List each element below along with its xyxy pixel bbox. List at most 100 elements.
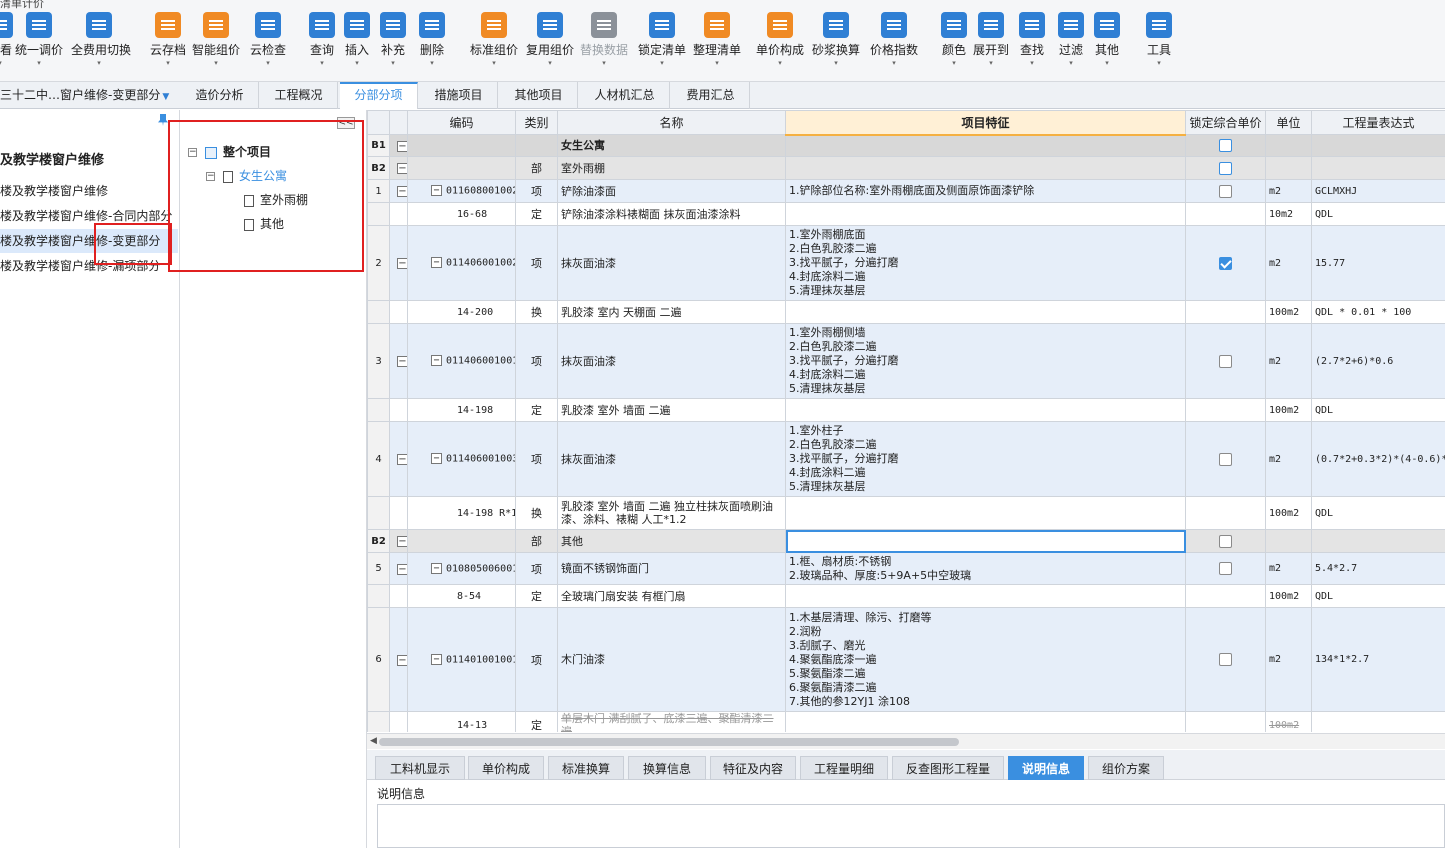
expression-cell[interactable]: (2.7*2+6)*0.6 (1311, 323, 1445, 399)
tab-3[interactable]: 措施项目 (420, 82, 498, 109)
type-cell[interactable]: 项 (515, 607, 558, 712)
bottom-tab-0[interactable]: 工料机显示 (375, 756, 465, 780)
lock-price-cell[interactable] (1185, 552, 1266, 585)
lock-price-cell[interactable] (1185, 134, 1266, 157)
collapse-toggle-icon[interactable]: − (397, 258, 407, 269)
toolbar-button-5[interactable]: 云检查 ▾ (240, 12, 296, 67)
tab-1[interactable]: 工程概况 (260, 82, 338, 109)
table-row[interactable]: 14-198 定乳胶漆 室外 墙面 二遍 100m2 QDL (367, 398, 1445, 422)
code-cell[interactable]: −010805006001 (407, 552, 516, 585)
table-row[interactable]: B1− 女生公寓 (367, 134, 1445, 157)
type-cell[interactable]: 项 (515, 225, 558, 301)
toolbar-button-23[interactable]: 工具 ▾ (1131, 12, 1187, 67)
name-cell[interactable]: 乳胶漆 室外 墙面 二遍 独立柱抹灰面喷刷油漆、涂料、裱糊 人工*1.2 (557, 496, 786, 530)
lock-price-cell[interactable] (1185, 398, 1266, 422)
lock-checkbox[interactable] (1219, 139, 1232, 153)
dropdown-arrow-icon[interactable]: ▾ (188, 59, 244, 67)
toolbar-button-22[interactable]: 其他 ▾ (1079, 12, 1135, 67)
table-row[interactable]: 1− −011608001002 项铲除油漆面 1.铲除部位名称:室外雨棚底面及侧面原… (367, 179, 1445, 203)
dropdown-arrow-icon[interactable]: ▾ (808, 59, 864, 67)
lock-price-cell[interactable] (1185, 711, 1266, 732)
name-cell[interactable]: 全玻璃门扇安装 有框门扇 (557, 584, 786, 608)
name-cell[interactable]: 抹灰面油漆 (557, 225, 786, 301)
lock-checkbox[interactable] (1219, 184, 1232, 198)
table-row[interactable]: 14-200 换乳胶漆 室内 天棚面 二遍 100m2 QDL * 0.01 * 10… (367, 300, 1445, 324)
dropdown-arrow-icon[interactable]: ▾ (11, 59, 67, 67)
name-cell[interactable]: 其他 (557, 529, 786, 553)
toolbar-button-12[interactable]: 替换数据 ▾ (576, 12, 632, 67)
expression-cell[interactable]: 15.77 (1311, 225, 1445, 301)
table-row[interactable]: 3− −011406001001 项抹灰面油漆 1.室外雨棚侧墙 2.白色乳胶漆二遍 3.… (367, 323, 1445, 399)
name-cell[interactable]: 单层木门 满刮腻子、底漆三遍、聚酯清漆二遍 (557, 711, 786, 732)
dropdown-arrow-icon[interactable]: ▾ (404, 59, 460, 67)
lock-checkbox[interactable] (1219, 562, 1232, 576)
feature-cell[interactable] (785, 529, 1186, 553)
row-toggle-cell[interactable]: − (389, 323, 408, 399)
unit-cell[interactable] (1265, 134, 1312, 157)
collapse-toggle-icon[interactable]: − (431, 257, 442, 269)
unit-cell[interactable]: m2 (1265, 225, 1312, 301)
name-cell[interactable]: 铲除油漆面 (557, 179, 786, 203)
toolbar-button-2[interactable]: 全费用切换 ▾ (71, 12, 131, 67)
row-toggle-cell[interactable]: − (389, 156, 408, 180)
unit-cell[interactable]: 100m2 (1265, 711, 1312, 732)
expression-cell[interactable] (1311, 529, 1445, 553)
code-cell[interactable] (407, 134, 516, 157)
type-cell[interactable]: 换 (515, 300, 558, 324)
dropdown-arrow-icon[interactable]: ▾ (1131, 59, 1187, 67)
expression-cell[interactable]: QDL (1311, 202, 1445, 226)
toolbar-button-9[interactable]: 删除 ▾ (404, 12, 460, 67)
bottom-tab-6[interactable]: 反查图形工程量 (892, 756, 1004, 780)
expression-cell[interactable]: QDL (1311, 496, 1445, 530)
toolbar-button-1[interactable]: 统一调价 ▾ (11, 12, 67, 67)
col-header-feature[interactable]: 项目特征 (785, 110, 1186, 136)
toolbar-button-14[interactable]: 整理清单 ▾ (689, 12, 745, 67)
code-cell[interactable]: −011406001002 (407, 225, 516, 301)
type-cell[interactable]: 定 (515, 711, 558, 732)
scroll-left-icon[interactable]: ◀ (370, 736, 377, 746)
lock-price-cell[interactable] (1185, 607, 1266, 712)
bottom-tab-4[interactable]: 特征及内容 (710, 756, 796, 780)
type-cell[interactable]: 换 (515, 496, 558, 530)
dropdown-arrow-icon[interactable]: ▾ (576, 59, 632, 67)
scroll-thumb[interactable] (379, 738, 959, 746)
name-cell[interactable]: 木门油漆 (557, 607, 786, 712)
type-cell[interactable]: 部 (515, 529, 558, 553)
row-toggle-cell[interactable] (389, 584, 408, 608)
row-toggle-cell[interactable]: − (389, 552, 408, 585)
expression-cell[interactable] (1311, 156, 1445, 180)
col-header-unit[interactable]: 单位 (1265, 110, 1312, 135)
expression-cell[interactable]: QDL (1311, 398, 1445, 422)
row-toggle-cell[interactable] (389, 398, 408, 422)
code-cell[interactable]: −011401001001 (407, 607, 516, 712)
horizontal-scrollbar[interactable]: ◀ (367, 733, 1445, 749)
toolbar-button-4[interactable]: 智能组价 ▾ (188, 12, 244, 67)
type-cell[interactable]: 项 (515, 421, 558, 497)
collapse-toggle-icon[interactable]: − (431, 355, 442, 367)
name-cell[interactable]: 室外雨棚 (557, 156, 786, 180)
toolbar-button-13[interactable]: 锁定清单 ▾ (634, 12, 690, 67)
col-header-type[interactable]: 类别 (515, 110, 558, 135)
table-row[interactable]: 16-68 定铲除油漆涂料裱糊面 抹灰面油漆涂料 10m2 QDL (367, 202, 1445, 226)
toolbar-button-17[interactable]: 价格指数 ▾ (866, 12, 922, 67)
project-item-root[interactable]: 及教学楼窗户维修 (0, 149, 178, 173)
table-row[interactable]: 14-13 定单层木门 满刮腻子、底漆三遍、聚酯清漆二遍 100m2 (367, 711, 1445, 732)
collapse-toggle-icon[interactable]: − (397, 454, 407, 465)
project-selector[interactable]: 三十二中…窗户维修-变更部分 ▼ (0, 82, 180, 109)
code-cell[interactable]: 14-13 (407, 711, 516, 732)
feature-cell[interactable] (785, 398, 1186, 422)
expression-cell[interactable] (1311, 711, 1445, 732)
dropdown-arrow-icon[interactable]: ▾ (522, 59, 578, 67)
code-cell[interactable]: 14-198 (407, 398, 516, 422)
row-toggle-cell[interactable]: − (389, 421, 408, 497)
table-row[interactable]: 4− −011406001003 项抹灰面油漆 1.室外柱子 2.白色乳胶漆二遍 3.找平… (367, 421, 1445, 497)
lock-price-cell[interactable] (1185, 529, 1266, 553)
row-toggle-cell[interactable]: − (389, 225, 408, 301)
unit-cell[interactable]: 100m2 (1265, 398, 1312, 422)
name-cell[interactable]: 乳胶漆 室内 天棚面 二遍 (557, 300, 786, 324)
expression-cell[interactable]: (0.7*2+0.3*2)*(4-0.6)* (1311, 421, 1445, 497)
code-cell[interactable]: −011406001001 (407, 323, 516, 399)
lock-checkbox[interactable] (1219, 452, 1232, 466)
expression-cell[interactable] (1311, 134, 1445, 157)
unit-cell[interactable]: m2 (1265, 421, 1312, 497)
